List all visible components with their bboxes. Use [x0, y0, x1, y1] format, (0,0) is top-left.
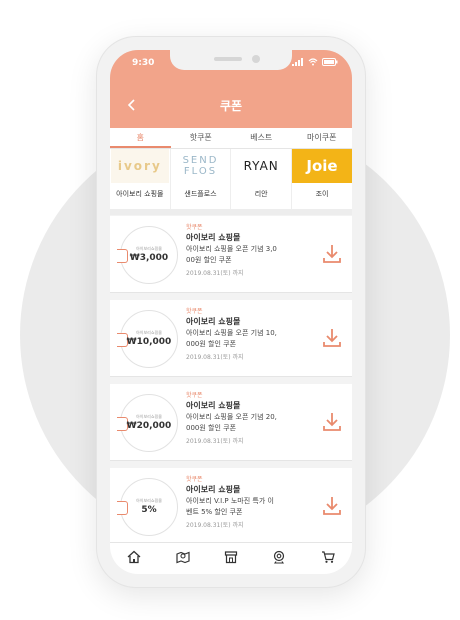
- coupon-badge-store: 아이보리쇼핑몰: [136, 246, 162, 251]
- ivory-logo-text: ivory: [117, 159, 162, 173]
- coupon-category: 핫쿠폰: [186, 392, 203, 399]
- coupon-desc-line1: 아이보리 쇼핑몰 오픈 기념 20,: [186, 413, 277, 421]
- coupon-description: 아이보리 쇼핑몰 오픈 기념 20, 000원 할인 쿠폰: [186, 412, 316, 434]
- phone-frame: 9:30 쿠폰 홈 핫쿠폰 베스트 마이쿠폰 ivory 아이보리 쇼핑몰 SE…: [96, 36, 366, 588]
- brand-item-joie[interactable]: Joie 조이: [292, 149, 352, 209]
- ivory-logo: ivory: [110, 149, 169, 183]
- store-icon: [224, 550, 238, 563]
- signal-icon: [292, 58, 303, 66]
- coupon-store: 아이보리 쇼핑몰: [186, 401, 241, 410]
- coupon-desc-line1: 아이보리 V.I.P 노마진 특가 이: [186, 497, 274, 505]
- coupon-desc-line1: 아이보리 쇼핑몰 오픈 기념 3,0: [186, 245, 277, 253]
- status-icons: [292, 58, 338, 66]
- brand-item-sendflos[interactable]: SEND FLOS 샌드플로스: [171, 149, 232, 209]
- coupon-category: 핫쿠폰: [186, 308, 203, 315]
- nav-map[interactable]: [173, 547, 193, 567]
- map-icon: [175, 551, 190, 563]
- coupon-description: 아이보리 쇼핑몰 오픈 기념 10, 000원 할인 쿠폰: [186, 328, 316, 350]
- coupon-date: 2019.08.31(토) 까지: [186, 270, 244, 277]
- coupon-desc-line2: 000원 할인 쿠폰: [186, 340, 237, 348]
- camera-icon: [274, 550, 285, 564]
- front-camera: [252, 55, 260, 63]
- coupon-date: 2019.08.31(토) 까지: [186, 438, 244, 445]
- coupon-desc-line2: 000원 할인 쿠폰: [186, 424, 237, 432]
- coupon-store: 아이보리 쇼핑몰: [186, 233, 241, 242]
- nav-camera[interactable]: [269, 547, 289, 567]
- phone-notch: [170, 50, 292, 70]
- coupon-card[interactable]: 아이보리쇼핑몰 ₩3,000 핫쿠폰 아이보리 쇼핑몰 아이보리 쇼핑몰 오픈 …: [110, 216, 352, 293]
- nav-cart[interactable]: [318, 547, 338, 567]
- home-icon: [127, 550, 141, 563]
- coupon-amount: ₩20,000: [126, 421, 172, 431]
- brand-label: 샌드플로스: [184, 190, 217, 198]
- coupon-badge-store: 아이보리쇼핑몰: [136, 330, 162, 335]
- ryan-logo: RYAN: [232, 149, 290, 183]
- coupon-card[interactable]: 아이보리쇼핑몰 ₩20,000 핫쿠폰 아이보리 쇼핑몰 아이보리 쇼핑몰 오픈…: [110, 384, 352, 461]
- wifi-icon: [308, 58, 318, 66]
- coupon-badge-store: 아이보리쇼핑몰: [136, 414, 162, 419]
- joie-logo-text: Joie: [306, 157, 338, 175]
- tab-best[interactable]: 베스트: [231, 128, 292, 148]
- coupon-badge: 아이보리쇼핑몰 5%: [117, 478, 178, 536]
- coupon-store: 아이보리 쇼핑몰: [186, 485, 241, 494]
- download-icon[interactable]: [320, 494, 344, 518]
- sendflos-logo-text-2: FLOS: [183, 166, 218, 177]
- coupon-date: 2019.08.31(토) 까지: [186, 522, 244, 529]
- download-icon[interactable]: [320, 410, 344, 434]
- coupon-badge: 아이보리쇼핑몰 ₩20,000: [117, 394, 178, 452]
- tab-bar: 홈 핫쿠폰 베스트 마이쿠폰: [110, 128, 352, 149]
- bottom-nav: [110, 542, 352, 574]
- coupon-amount: 5%: [141, 505, 157, 515]
- speaker: [214, 57, 242, 61]
- cart-icon: [321, 550, 335, 563]
- brand-label: 리안: [254, 190, 268, 198]
- coupon-date: 2019.08.31(토) 까지: [186, 354, 244, 361]
- tab-my-coupon[interactable]: 마이쿠폰: [292, 128, 353, 148]
- coupon-desc-line2: 벤트 5% 할인 쿠폰: [186, 508, 243, 516]
- coupon-card[interactable]: 아이보리쇼핑몰 ₩10,000 핫쿠폰 아이보리 쇼핑몰 아이보리 쇼핑몰 오픈…: [110, 300, 352, 377]
- tab-home[interactable]: 홈: [110, 128, 171, 148]
- coupon-badge: 아이보리쇼핑몰 ₩3,000: [117, 226, 178, 284]
- coupon-badge-store: 아이보리쇼핑몰: [136, 498, 162, 503]
- coupon-category: 핫쿠폰: [186, 224, 203, 231]
- brand-label: 아이보리 쇼핑몰: [116, 190, 164, 198]
- coupon-amount: ₩10,000: [126, 337, 172, 347]
- nav-store[interactable]: [221, 547, 241, 567]
- sendflos-logo: SEND FLOS: [172, 149, 230, 183]
- tab-hot-coupon[interactable]: 핫쿠폰: [171, 128, 232, 148]
- download-icon[interactable]: [320, 326, 344, 350]
- coupon-card[interactable]: 아이보리쇼핑몰 5% 핫쿠폰 아이보리 쇼핑몰 아이보리 V.I.P 노마진 특…: [110, 468, 352, 545]
- brand-strip: ivory 아이보리 쇼핑몰 SEND FLOS 샌드플로스 RYAN 리안 J: [110, 149, 352, 215]
- brand-label: 조이: [315, 190, 329, 198]
- coupon-badge: 아이보리쇼핑몰 ₩10,000: [117, 310, 178, 368]
- coupon-store: 아이보리 쇼핑몰: [186, 317, 241, 326]
- coupon-desc-line2: 00원 할인 쿠폰: [186, 256, 232, 264]
- page-title: 쿠폰: [219, 99, 243, 113]
- app-screen: 9:30 쿠폰 홈 핫쿠폰 베스트 마이쿠폰 ivory 아이보리 쇼핑몰 SE…: [110, 50, 352, 574]
- joie-logo: Joie: [292, 149, 352, 183]
- status-time: 9:30: [132, 58, 155, 68]
- sendflos-logo-text-1: SEND: [182, 155, 219, 166]
- nav-home[interactable]: [124, 547, 144, 567]
- coupon-desc-line1: 아이보리 쇼핑몰 오픈 기념 10,: [186, 329, 277, 337]
- coupon-amount: ₩3,000: [129, 253, 169, 263]
- brand-item-ryan[interactable]: RYAN 리안: [231, 149, 293, 209]
- coupon-description: 아이보리 쇼핑몰 오픈 기념 3,0 00원 할인 쿠폰: [186, 244, 316, 266]
- brand-item-ivory[interactable]: ivory 아이보리 쇼핑몰: [110, 149, 171, 209]
- coupon-description: 아이보리 V.I.P 노마진 특가 이벤트 5% 할인 쿠폰: [186, 496, 316, 518]
- ryan-logo-text: RYAN: [243, 159, 279, 173]
- download-icon[interactable]: [320, 242, 344, 266]
- coupon-category: 핫쿠폰: [186, 476, 203, 483]
- battery-icon: [322, 58, 338, 66]
